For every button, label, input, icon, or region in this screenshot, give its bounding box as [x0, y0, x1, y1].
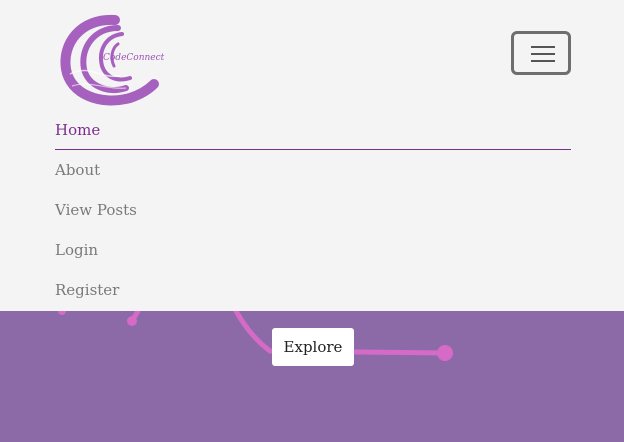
nav-menu: Home About View Posts Login Register: [55, 110, 571, 310]
brand-name: CodeConnect: [103, 53, 165, 63]
nav-item-login[interactable]: Login: [55, 230, 571, 270]
nav-item-home[interactable]: Home: [55, 110, 571, 150]
nav-item-register[interactable]: Register: [55, 270, 571, 310]
page: Explore CodeConnect Home About View Post…: [0, 0, 624, 442]
nav-item-about[interactable]: About: [55, 150, 571, 190]
explore-button[interactable]: Explore: [272, 328, 354, 366]
brand-logo[interactable]: CodeConnect: [60, 14, 172, 108]
nav-item-view-posts[interactable]: View Posts: [55, 190, 571, 230]
navbar-toggler-button[interactable]: [511, 31, 571, 75]
hamburger-menu-icon: [531, 44, 555, 64]
navbar: CodeConnect Home About View Posts Login …: [0, 0, 624, 311]
